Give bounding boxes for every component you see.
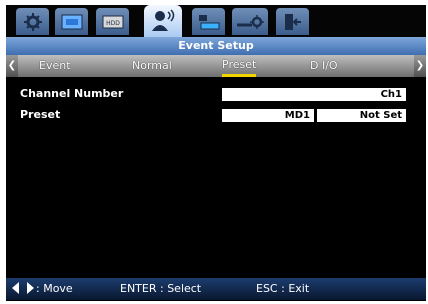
- enter-select-hint: ENTER : Select: [120, 282, 202, 295]
- top-icon-bar: HDD: [6, 5, 426, 37]
- display-icon[interactable]: [55, 8, 88, 35]
- channel-number-field[interactable]: Ch1: [222, 88, 406, 101]
- exit-icon[interactable]: [276, 8, 309, 35]
- system-gear-icon[interactable]: [232, 8, 268, 35]
- dvr-screen: HDD Event Setup ❮ Event Normal Preset D …: [6, 5, 426, 301]
- event-person-icon[interactable]: [144, 5, 182, 37]
- tab-normal[interactable]: Normal: [132, 55, 172, 77]
- channel-number-label: Channel Number: [20, 87, 124, 100]
- tab-dio[interactable]: D I/O: [310, 55, 338, 77]
- preset-label: Preset: [20, 108, 61, 121]
- tab-right-arrow-icon[interactable]: ❯: [414, 55, 426, 77]
- preset-md-field[interactable]: MD1: [222, 109, 314, 122]
- bottom-hint-bar: : Move ENTER : Select ESC : Exit: [6, 278, 426, 300]
- settings-gear-icon[interactable]: [16, 8, 49, 35]
- page-title: Event Setup: [6, 37, 426, 55]
- hdd-icon-text: HDD: [106, 20, 120, 27]
- hdd-icon[interactable]: HDD: [96, 8, 129, 35]
- network-icon[interactable]: [192, 8, 225, 35]
- preset-value-field[interactable]: Not Set: [317, 109, 406, 122]
- tab-left-arrow-icon[interactable]: ❮: [6, 55, 18, 77]
- esc-exit-hint: ESC : Exit: [256, 282, 310, 295]
- tab-bar: ❮ Event Normal Preset D I/O ❯: [6, 55, 426, 77]
- move-arrows-icon: [12, 278, 34, 300]
- tab-preset[interactable]: Preset: [222, 55, 257, 77]
- tab-event[interactable]: Event: [39, 55, 71, 77]
- move-hint: : Move: [36, 282, 73, 295]
